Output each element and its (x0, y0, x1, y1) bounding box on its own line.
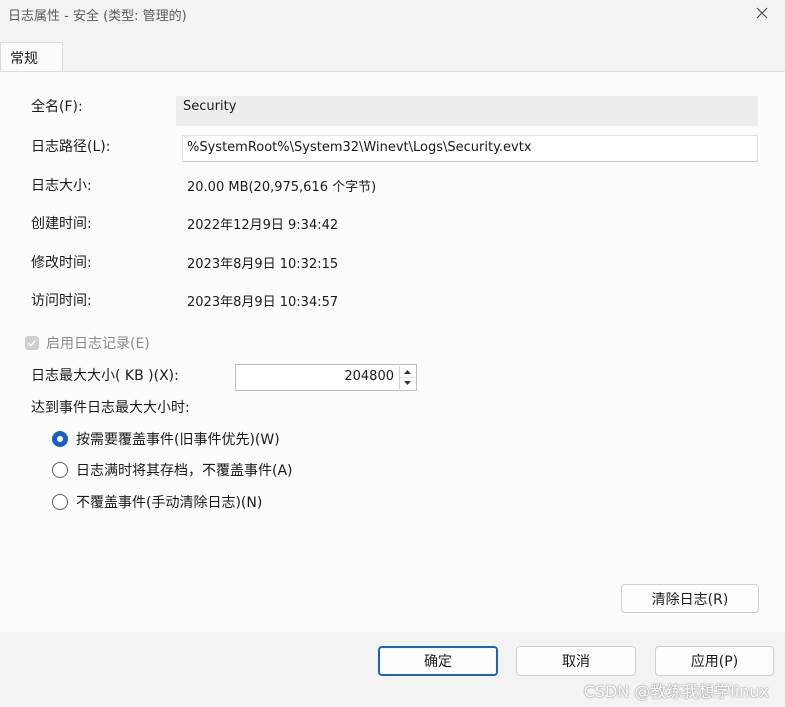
general-panel: 全名(F): Security 日志路径(L): %SystemRoot%\Sy… (0, 71, 785, 632)
created-value: 2022年12月9日 9:34:42 (187, 218, 339, 233)
chevron-down-icon (404, 380, 411, 385)
do-not-overwrite-radio[interactable] (52, 494, 68, 510)
log-size-value: 20.00 MB(20,975,616 个字节) (187, 180, 377, 195)
archive-when-full-radio[interactable] (52, 462, 68, 478)
enable-logging-label: 启用日志记录(E) (46, 336, 150, 352)
clear-log-button[interactable]: 清除日志(R) (621, 584, 759, 613)
tab-general[interactable]: 常规 (0, 42, 63, 72)
full-name-label: 全名(F): (31, 99, 83, 115)
log-path-label: 日志路径(L): (31, 139, 111, 155)
close-icon (756, 7, 768, 23)
accessed-label: 访问时间: (31, 293, 92, 309)
title-bar: 日志属性 - 安全 (类型: 管理的) (0, 0, 785, 30)
apply-button[interactable]: 应用(P) (655, 646, 774, 676)
watermark-text: CSDN @教练我想学linux (583, 682, 769, 701)
archive-when-full-label: 日志满时将其存档，不覆盖事件(A) (76, 463, 293, 479)
tab-strip: 常规 (0, 42, 785, 72)
chevron-up-icon (404, 369, 411, 374)
do-not-overwrite-label: 不覆盖事件(手动清除日志)(N) (76, 495, 263, 511)
window-title: 日志属性 - 安全 (类型: 管理的) (8, 9, 187, 24)
log-properties-dialog: 日志属性 - 安全 (类型: 管理的) 常规 全名(F): Security 日… (0, 0, 785, 707)
overwrite-as-needed-radio[interactable] (52, 431, 68, 447)
log-size-label: 日志大小: (31, 178, 92, 194)
spin-buttons (399, 366, 415, 389)
overwrite-as-needed-label: 按需要覆盖事件(旧事件优先)(W) (76, 432, 280, 448)
max-size-label: 日志最大大小( KB )(X): (31, 368, 179, 384)
ok-button[interactable]: 确定 (378, 646, 498, 676)
accessed-value: 2023年8月9日 10:34:57 (187, 295, 339, 310)
log-path-field[interactable]: %SystemRoot%\System32\Winevt\Logs\Securi… (182, 135, 758, 162)
checkmark-icon (28, 340, 37, 347)
cancel-button[interactable]: 取消 (516, 646, 636, 676)
enable-logging-checkbox[interactable] (25, 336, 39, 350)
max-size-value: 204800 (344, 369, 394, 384)
created-label: 创建时间: (31, 216, 92, 232)
max-size-spinbox[interactable]: 204800 (235, 364, 417, 391)
modified-label: 修改时间: (31, 255, 92, 271)
close-button[interactable] (739, 0, 785, 30)
when-max-label: 达到事件日志最大大小时: (31, 400, 190, 416)
spin-down-button[interactable] (400, 377, 415, 388)
full-name-field: Security (176, 96, 758, 126)
modified-value: 2023年8月9日 10:32:15 (187, 257, 339, 272)
